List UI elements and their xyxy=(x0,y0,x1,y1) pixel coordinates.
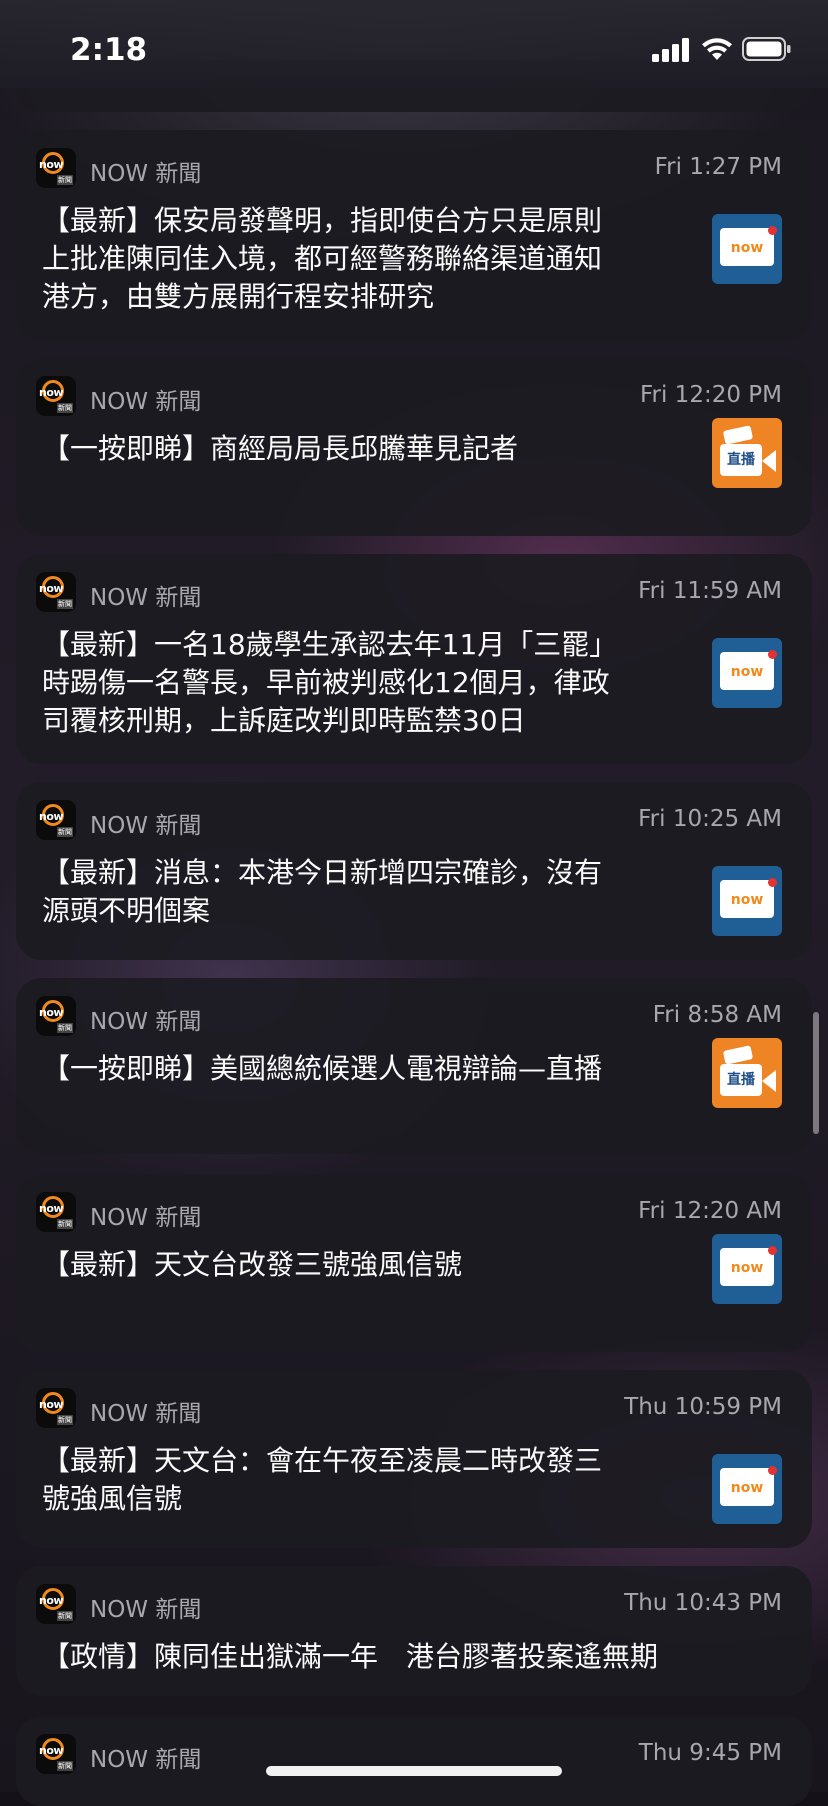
notification-body: 【最新】一名18歲學生承認去年11月「三罷」 時踢傷一名警長，早前被判感化12個月… xyxy=(42,628,618,737)
notification-card[interactable]: now 新聞 NOW 新聞 Fri 1:27 PM 【最新】保安局發聲明，指即使台… xyxy=(16,130,812,340)
notification-card[interactable]: now 新聞 NOW 新聞 Fri 11:59 AM 【最新】一名18歲學生承認去… xyxy=(16,554,812,764)
now-news-icon: now xyxy=(712,214,782,284)
now-news-app-icon: now 新聞 xyxy=(36,376,76,416)
now-news-app-icon: now 新聞 xyxy=(36,1192,76,1232)
notification-card[interactable]: now 新聞 NOW 新聞 Fri 8:58 AM 【一按即睇】美國總統候選人電視… xyxy=(16,978,812,1154)
status-time: 2:18 xyxy=(70,32,148,68)
notification-body: 【一按即睇】商經局局長邱騰華見記者 xyxy=(42,432,519,465)
notification-time: Fri 12:20 AM xyxy=(638,1198,782,1224)
scroll-indicator[interactable] xyxy=(813,1012,819,1134)
now-news-app-icon: now 新聞 xyxy=(36,148,76,188)
notification-card[interactable]: now 新聞 NOW 新聞 Fri 12:20 AM 【最新】天文台改發三號強風信… xyxy=(16,1174,812,1352)
now-news-icon: now xyxy=(712,1454,782,1524)
live-broadcast-icon: 直播 xyxy=(712,418,782,488)
notification-body: 【最新】保安局發聲明，指即使台方只是原則 上批准陳同佳入境，都可經警務聯絡渠道通知… xyxy=(42,204,603,313)
app-name: NOW 新聞 xyxy=(90,585,202,611)
notification-card[interactable]: now 新聞 NOW 新聞 Thu 10:43 PM 【政情】陳同佳出獄滿一年 港… xyxy=(16,1566,812,1696)
now-news-app-icon: now 新聞 xyxy=(36,800,76,840)
notification-body: 【最新】消息：本港今日新增四宗確診，沒有 源頭不明個案 xyxy=(42,856,603,927)
now-news-app-icon: now 新聞 xyxy=(36,1584,76,1624)
app-name: NOW 新聞 xyxy=(90,1747,202,1773)
app-name: NOW 新聞 xyxy=(90,813,202,839)
live-broadcast-icon: 直播 xyxy=(712,1038,782,1108)
notification-time: Fri 1:27 PM xyxy=(654,154,782,180)
notification-card[interactable]: now 新聞 NOW 新聞 Thu 10:59 PM 【最新】天文台：會在午夜至凌… xyxy=(16,1370,812,1548)
notification-body: 【政情】陳同佳出獄滿一年 港台膠著投案遙無期 xyxy=(42,1640,659,1673)
home-indicator[interactable] xyxy=(266,1766,562,1776)
notification-card[interactable]: now 新聞 NOW 新聞 Fri 10:25 AM 【最新】消息：本港今日新增四… xyxy=(16,782,812,960)
now-news-icon: now xyxy=(712,1234,782,1304)
now-news-icon: now xyxy=(712,866,782,936)
notification-body: 【最新】天文台改發三號強風信號 xyxy=(42,1248,463,1281)
notification-time: Thu 10:59 PM xyxy=(624,1394,782,1420)
now-news-icon: now xyxy=(712,638,782,708)
wifi-icon xyxy=(702,38,732,60)
app-name: NOW 新聞 xyxy=(90,1401,202,1427)
app-name: NOW 新聞 xyxy=(90,161,202,187)
notification-time: Fri 10:25 AM xyxy=(638,806,782,832)
notification-time: Thu 9:45 PM xyxy=(638,1740,782,1766)
notification-time: Fri 8:58 AM xyxy=(652,1002,782,1028)
notification-time: Fri 12:20 PM xyxy=(639,382,782,408)
notification-card[interactable]: now 新聞 NOW 新聞 Thu 9:45 PM xyxy=(16,1716,812,1806)
app-name: NOW 新聞 xyxy=(90,1597,202,1623)
notification-time: Thu 10:43 PM xyxy=(624,1590,782,1616)
app-name: NOW 新聞 xyxy=(90,1009,202,1035)
notification-time: Fri 11:59 AM xyxy=(638,578,782,604)
app-name: NOW 新聞 xyxy=(90,1205,202,1231)
cellular-signal-icon xyxy=(652,38,689,62)
now-news-app-icon: now 新聞 xyxy=(36,996,76,1036)
status-bar: 2:18 xyxy=(0,0,828,88)
notification-body: 【一按即睇】美國總統候選人電視辯論—直播 xyxy=(42,1052,603,1085)
app-name: NOW 新聞 xyxy=(90,389,202,415)
notification-card[interactable]: now 新聞 NOW 新聞 Fri 12:20 PM 【一按即睇】商經局局長邱騰華… xyxy=(16,358,812,536)
now-news-app-icon: now 新聞 xyxy=(36,572,76,612)
notification-body: 【最新】天文台：會在午夜至凌晨二時改發三 號強風信號 xyxy=(42,1444,603,1515)
battery-icon xyxy=(742,37,791,61)
now-news-app-icon: now 新聞 xyxy=(36,1734,76,1774)
now-news-app-icon: now 新聞 xyxy=(36,1388,76,1428)
